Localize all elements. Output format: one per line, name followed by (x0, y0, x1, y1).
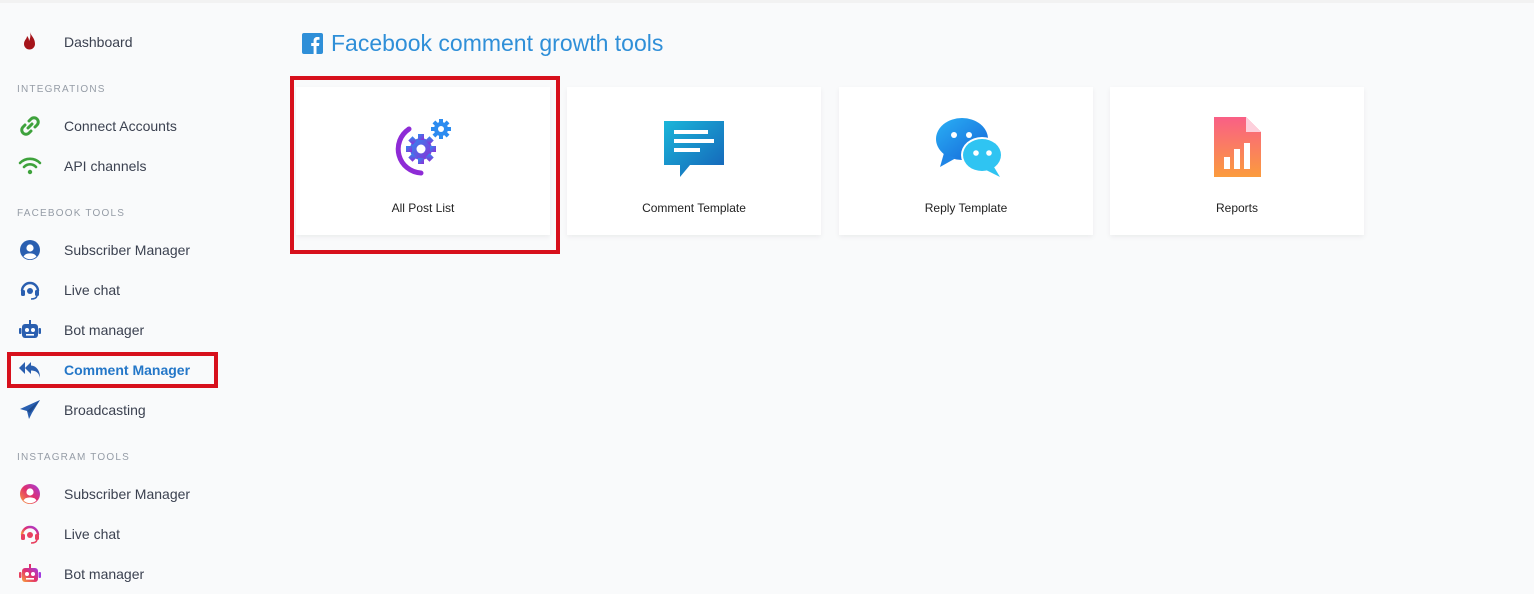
card-reply-template[interactable]: Reply Template (839, 87, 1093, 235)
sidebar-item-fb-live-chat[interactable]: Live chat (10, 273, 215, 307)
sidebar-item-label: Subscriber Manager (64, 486, 191, 502)
sidebar-item-label: Dashboard (64, 34, 133, 50)
sidebar-item-label: Live chat (64, 282, 121, 298)
sidebar-item-label: Bot manager (64, 322, 145, 338)
sidebar-item-fb-subscriber-manager[interactable]: Subscriber Manager (10, 233, 215, 267)
reply-all-icon (17, 357, 43, 383)
sidebar-item-broadcasting[interactable]: Broadcasting (10, 393, 215, 427)
message-icon (662, 115, 726, 179)
card-comment-template[interactable]: Comment Template (567, 87, 821, 235)
link-icon (17, 113, 43, 139)
section-header-facebook-tools: FACEBOOK TOOLS (17, 208, 126, 219)
sidebar-item-ig-bot-manager[interactable]: Bot manager (10, 557, 215, 591)
card-label: Reports (1215, 201, 1259, 215)
sidebar-item-connect-accounts[interactable]: Connect Accounts (10, 109, 215, 143)
card-reports[interactable]: Reports (1110, 87, 1364, 235)
sidebar-item-label: Live chat (64, 526, 121, 542)
fire-icon (17, 29, 43, 55)
report-icon (1205, 115, 1269, 179)
section-header-integrations: INTEGRATIONS (17, 84, 106, 95)
robot-icon (17, 561, 43, 587)
headset-icon (17, 277, 43, 303)
paper-plane-icon (17, 397, 43, 423)
sidebar-item-api-channels[interactable]: API channels (10, 149, 215, 183)
sidebar-item-label: Connect Accounts (64, 118, 177, 134)
chat-bubbles-icon (934, 115, 1003, 179)
section-header-instagram-tools: INSTAGRAM TOOLS (17, 452, 131, 463)
page-title: Facebook comment growth tools (302, 30, 663, 57)
sidebar-item-dashboard[interactable]: Dashboard (10, 25, 215, 59)
card-label: Reply Template (924, 201, 1008, 215)
sidebar-item-comment-manager[interactable]: Comment Manager (7, 352, 218, 388)
sidebar-item-ig-subscriber-manager[interactable]: Subscriber Manager (10, 477, 215, 511)
sidebar-item-label: Comment Manager (64, 362, 191, 378)
wifi-icon (17, 153, 43, 179)
headset-icon (17, 521, 43, 547)
user-circle-icon (17, 237, 43, 263)
sidebar-item-label: Bot manager (64, 566, 145, 582)
sidebar-item-label: Subscriber Manager (64, 242, 191, 258)
card-label: All Post List (391, 201, 455, 215)
page-title-text: Facebook comment growth tools (331, 30, 664, 56)
sidebar-item-label: Broadcasting (64, 402, 146, 418)
sidebar-item-label: API channels (64, 158, 147, 174)
gears-icon (391, 115, 455, 179)
card-label: Comment Template (642, 201, 746, 215)
sidebar-item-ig-live-chat[interactable]: Live chat (10, 517, 215, 551)
robot-icon (17, 317, 43, 343)
user-circle-icon (17, 481, 43, 507)
card-all-post-list[interactable]: All Post List (296, 87, 550, 235)
sidebar: Dashboard INTEGRATIONS Connect Accounts … (0, 0, 250, 594)
sidebar-item-fb-bot-manager[interactable]: Bot manager (10, 313, 215, 347)
facebook-icon (302, 33, 323, 54)
